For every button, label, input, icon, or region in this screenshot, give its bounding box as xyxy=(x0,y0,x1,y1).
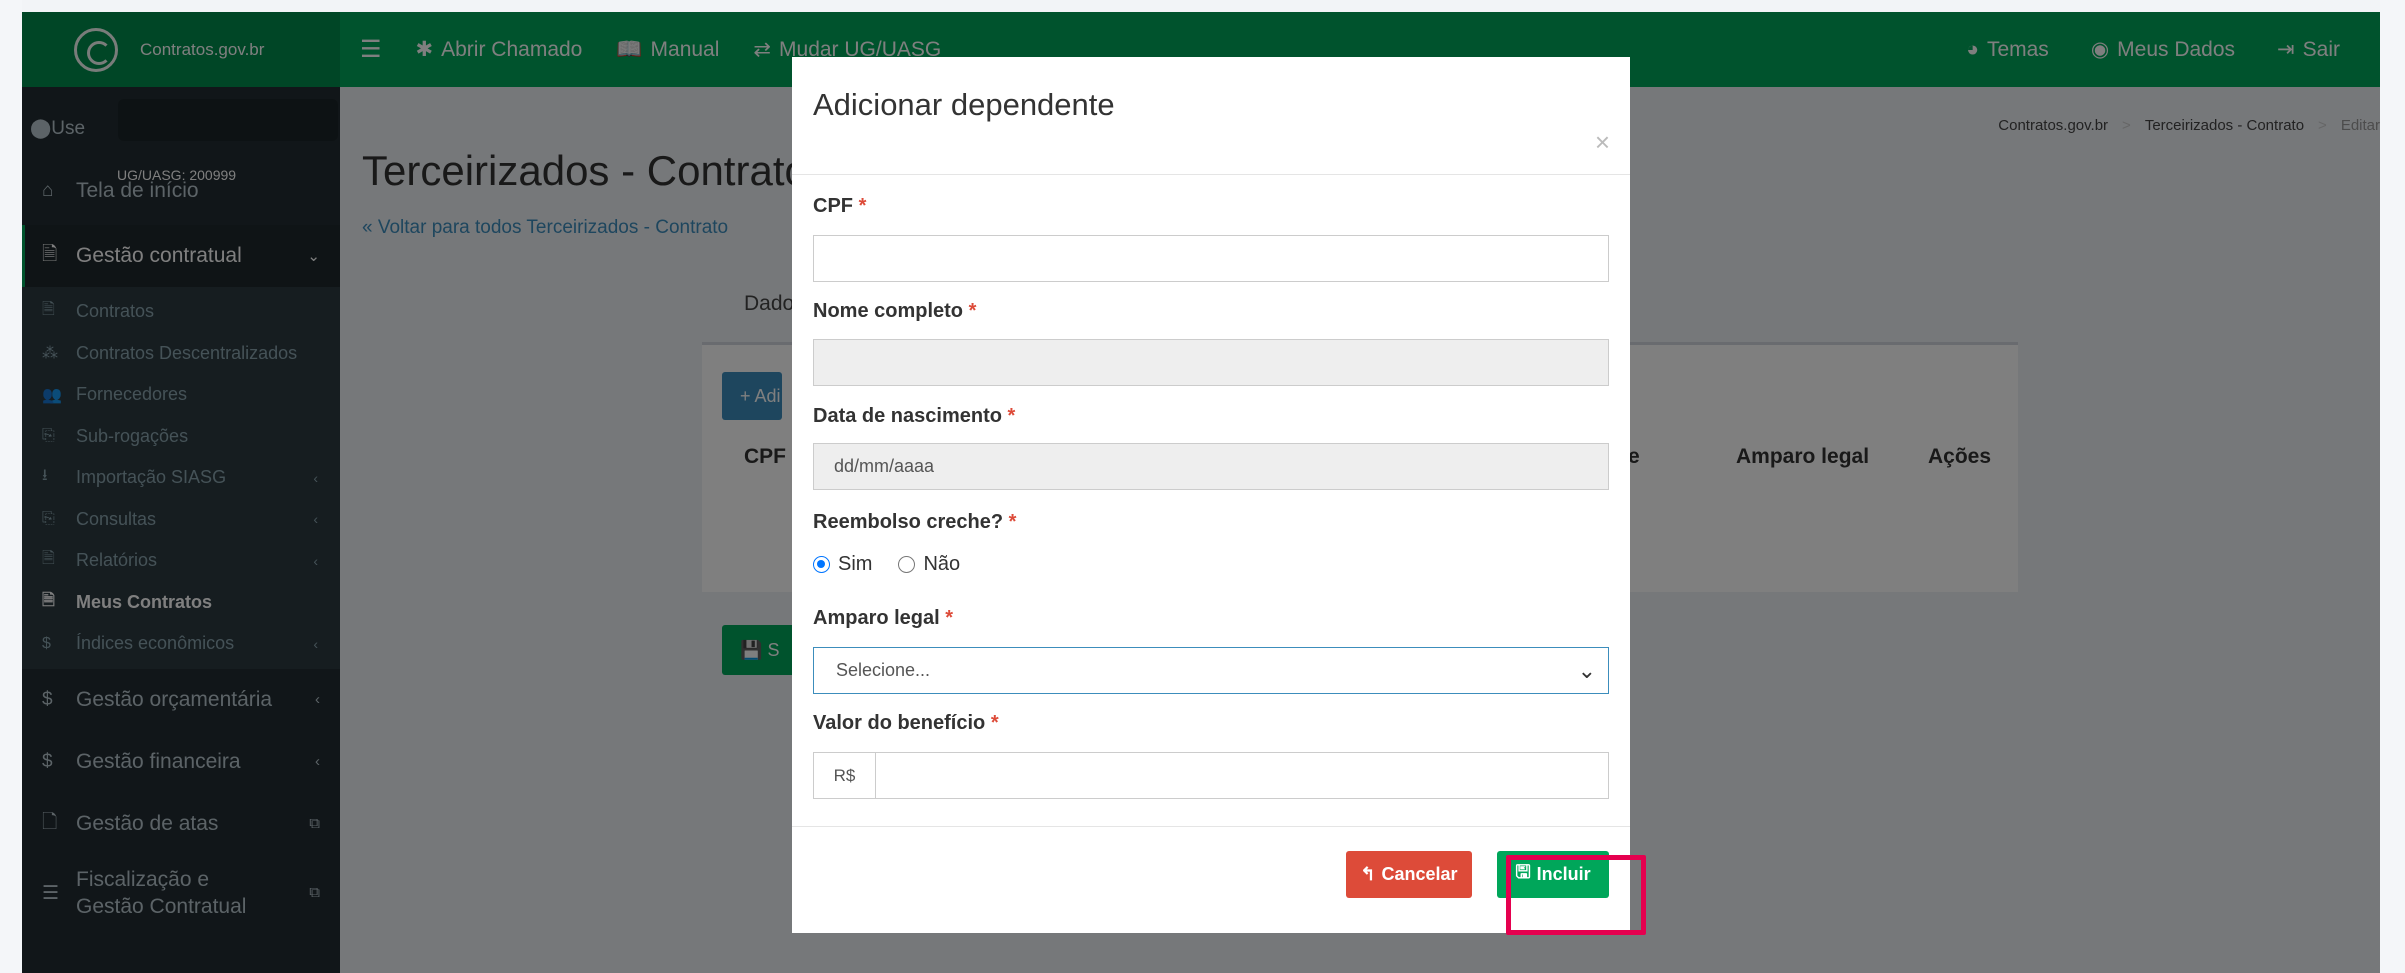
required-mark: * xyxy=(1007,405,1016,427)
reply-icon: ↰ xyxy=(1360,864,1376,884)
reembolso-radio-group: Sim Não xyxy=(813,553,960,576)
required-mark: * xyxy=(858,195,867,217)
cpf-label: CPF * xyxy=(813,195,867,217)
add-dependent-modal: Adicionar dependente × CPF * Nome comple… xyxy=(792,57,1630,933)
radio-nao[interactable] xyxy=(898,556,916,573)
amparo-label: Amparo legal * xyxy=(813,607,954,629)
radio-sim-label: Sim xyxy=(838,553,873,575)
nome-label: Nome completo * xyxy=(813,300,977,322)
data-nascimento-label: Data de nascimento * xyxy=(813,405,1016,427)
modal-body: CPF * Nome completo * Data de nascimento… xyxy=(792,175,1630,825)
radio-nao-label: Não xyxy=(923,553,961,575)
required-mark: * xyxy=(1008,511,1017,533)
modal-footer: ↰ Cancelar 🖫 Incluir xyxy=(792,826,1630,933)
modal-header: Adicionar dependente × xyxy=(792,57,1630,175)
cancel-button[interactable]: ↰ Cancelar xyxy=(1346,851,1472,898)
modal-title: Adicionar dependente xyxy=(813,87,1115,122)
right-edge xyxy=(2380,0,2405,973)
required-mark: * xyxy=(945,607,954,629)
valor-input[interactable] xyxy=(876,753,1608,798)
required-mark: * xyxy=(968,300,977,322)
required-mark: * xyxy=(990,712,999,734)
left-edge xyxy=(0,0,22,973)
amparo-select[interactable]: Selecione... ⌄ xyxy=(813,647,1609,694)
app-window: Contratos.gov.br ☰ ✱ Abrir Chamado 📖 Man… xyxy=(22,12,2380,973)
currency-addon: R$ xyxy=(814,753,876,798)
valor-label: Valor do benefício * xyxy=(813,712,999,734)
radio-sim[interactable] xyxy=(813,556,830,573)
incluir-highlight-box xyxy=(1506,855,1646,935)
data-nascimento-input[interactable]: dd/mm/aaaa xyxy=(813,443,1609,490)
close-icon[interactable]: × xyxy=(1595,127,1610,158)
chevron-down-icon: ⌄ xyxy=(1577,657,1596,683)
reembolso-label: Reembolso creche? * xyxy=(813,511,1017,533)
valor-input-group: R$ xyxy=(813,752,1609,799)
cpf-input[interactable] xyxy=(813,235,1609,282)
nome-input[interactable] xyxy=(813,339,1609,386)
